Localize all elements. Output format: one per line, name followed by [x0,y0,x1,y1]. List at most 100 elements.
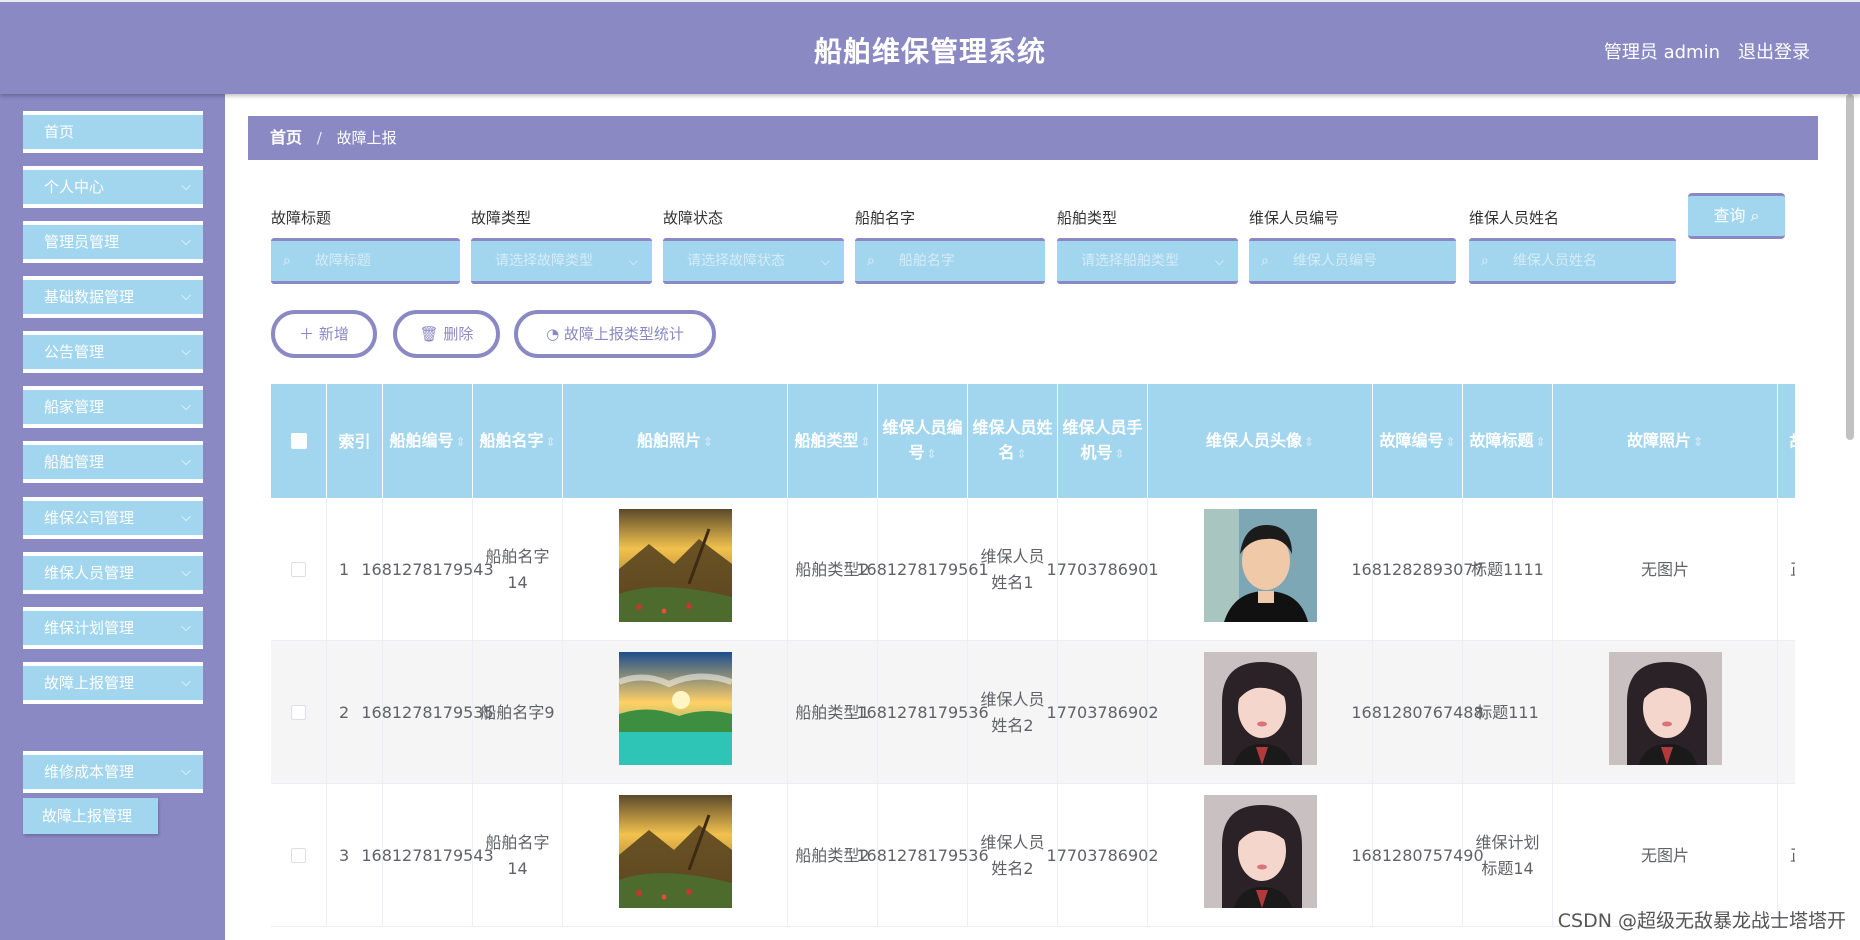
cell-text: 无图片 [1640,845,1689,865]
cell-fault-photo: 无图片 [1553,498,1778,641]
row-checkbox[interactable] [291,705,306,720]
table-row[interactable]: 1 1681278179543 船舶名字14 船舶类型2 1681278179561 维保… [271,498,1795,641]
col-header-label: 维保人员姓名 [972,418,1053,462]
submenu-item-fault-report[interactable]: 故障上报管理 [23,798,158,834]
col-header-12[interactable]: 故障标题 ⇕ [1463,384,1553,498]
cell-text: 17703786901 [1046,559,1159,579]
col-header-label: 维保人员头像 [1205,430,1302,450]
photo-image [617,652,733,773]
query-button[interactable]: 查询 ⌕ [1688,193,1785,239]
col-header-9[interactable]: 维保人员手机号 ⇕ [1058,384,1148,498]
search-input-1[interactable]: ⌕ 故障标题 [271,238,460,284]
search-select-2[interactable]: 请选择故障类型 ⌵ [471,238,652,284]
sidebar-item-3[interactable]: 管理员管理 ⌵ [23,221,203,263]
sort-icon[interactable]: ⇕ [545,430,555,455]
sidebar-item-label: 维保计划管理 [44,619,135,637]
cell-ship-no: 1681278179543 [361,784,494,927]
col-header-3[interactable]: 船舶编号 ⇕ [383,384,473,498]
sidebar-item-6[interactable]: 船家管理 ⌵ [23,386,203,428]
add-button[interactable]: ＋ 新增 [271,310,377,358]
col-header-10[interactable]: 维保人员头像 ⇕ [1148,384,1373,498]
cell-text: 船舶名字14 [485,832,550,878]
sort-icon[interactable]: ⇕ [926,442,936,467]
cell-extra: 正 [1778,498,1795,641]
col-header-8[interactable]: 维保人员姓名 ⇕ [968,384,1058,498]
sort-icon[interactable]: ⇕ [1535,430,1545,455]
fault-report-table: 索引 船舶编号 ⇕ 船舶名字 ⇕ 船舶照片 ⇕ 船舶类型 ⇕ 维保人员编号 ⇕ 维保人员姓名 ⇕ 维保人员… [271,384,1795,940]
col-header-7[interactable]: 维保人员编号 ⇕ [878,384,968,498]
page-scrollbar[interactable] [1846,94,1854,440]
sidebar-item-8[interactable]: 维保公司管理 ⌵ [23,497,203,539]
sidebar-item-label: 船舶管理 [44,453,105,471]
chevron-down-icon: ⌵ [181,179,191,194]
delete-button[interactable]: 🗑 删除 [393,310,500,358]
search-input-7[interactable]: ⌕ 维保人员姓名 [1469,238,1676,284]
col-header-5[interactable]: 船舶照片 ⇕ [563,384,788,498]
sort-icon[interactable]: ⇕ [703,430,713,455]
cell-fault-photo [1553,641,1778,784]
sidebar-item-5[interactable]: 公告管理 ⌵ [23,331,203,373]
col-header-4[interactable]: 船舶名字 ⇕ [473,384,563,498]
app-title: 船舶维保管理系统 [813,35,1046,68]
sidebar-item-label: 维保人员管理 [44,564,135,582]
col-header-2: 索引 [327,384,383,498]
sort-icon[interactable]: ⇕ [1445,430,1455,455]
cell-staff-no: 1681278179536 [856,784,989,927]
sidebar-item-12[interactable]: 维修成本管理 ⌵ [23,751,203,793]
search-input-4[interactable]: ⌕ 船舶名字 [855,238,1045,284]
sidebar-item-2[interactable]: 个人中心 ⌵ [23,166,203,208]
breadcrumb-separator: / [316,129,322,147]
sidebar: 首页 个人中心 ⌵ 管理员管理 ⌵ 基础数据管理 ⌵ 公告管理 ⌵ 船家管理 ⌵ 船舶管理 ⌵ 维保公司管… [0,94,225,940]
col-header-label: 维保人员手机号 [1062,418,1143,462]
sidebar-item-label: 故障上报管理 [44,674,135,692]
search-label-3: 故障状态 [663,209,724,227]
sidebar-item-label: 维修成本管理 [44,763,135,781]
col-header-label: 故 [1789,432,1795,451]
col-header-label: 船舶编号 [389,430,454,450]
cell-text: 维保人员姓名2 [980,832,1045,878]
logout-link[interactable]: 退出登录 [1738,38,1810,64]
search-select-3[interactable]: 请选择故障状态 ⌵ [663,238,844,284]
row-checkbox[interactable] [291,562,306,577]
cell-text: 船舶名字9 [480,702,555,722]
col-header-label: 维保人员编号 [882,418,963,462]
avatar-image [1203,795,1317,916]
cell-text: 1 [339,559,350,579]
col-header-label: 故障编号 [1379,430,1444,450]
sidebar-item-11[interactable]: 故障上报管理 ⌵ [23,662,203,704]
sidebar-item-10[interactable]: 维保计划管理 ⌵ [23,607,203,649]
col-header-6[interactable]: 船舶类型 ⇕ [788,384,878,498]
search-select-5[interactable]: 请选择船舶类型 ⌵ [1057,238,1238,284]
cell-text: 17703786902 [1046,845,1159,865]
sidebar-item-9[interactable]: 维保人员管理 ⌵ [23,552,203,594]
chevron-down-icon: ⌵ [181,764,191,779]
sort-icon[interactable]: ⇕ [1114,442,1124,467]
search-input-6[interactable]: ⌕ 维保人员编号 [1249,238,1456,284]
col-header-label: 故障照片 [1626,430,1691,450]
sidebar-item-7[interactable]: 船舶管理 ⌵ [23,441,203,483]
cell-text: 维保计划标题14 [1475,832,1540,878]
sort-icon[interactable]: ⇕ [1016,442,1026,467]
select-all-checkbox[interactable] [290,433,307,449]
sidebar-item-4[interactable]: 基础数据管理 ⌵ [23,276,203,318]
sidebar-item-label: 管理员管理 [44,233,120,251]
sort-icon[interactable]: ⇕ [1304,430,1314,455]
row-checkbox[interactable] [291,848,306,863]
search-icon: ⌕ [283,253,291,269]
watermark: CSDN @超级无敌暴龙战士塔塔开 [1557,910,1846,932]
table-header: 索引 船舶编号 ⇕ 船舶名字 ⇕ 船舶照片 ⇕ 船舶类型 ⇕ 维保人员编号 ⇕ 维保人员姓名 ⇕ 维保人员… [271,384,1795,498]
fault-type-stats-button[interactable]: ◔ 故障上报类型统计 [514,310,716,358]
cell-ship-photo [563,498,788,641]
col-header-13[interactable]: 故障照片 ⇕ [1553,384,1778,498]
cell-ship-no: 1681278179543 [361,498,494,641]
col-header-11[interactable]: 故障编号 ⇕ [1373,384,1463,498]
select-all-header[interactable] [271,384,327,498]
sort-icon[interactable]: ⇕ [455,430,465,455]
col-header-label: 船舶名字 [479,430,544,450]
sidebar-item-1[interactable]: 首页 [23,111,203,153]
sort-icon[interactable]: ⇕ [860,430,870,455]
table-row[interactable]: 2 1681278179535 船舶名字9 船舶类型1 1681278179536 维保人… [271,641,1795,784]
placeholder-text: 请选择故障类型 [495,253,593,269]
sort-icon[interactable]: ⇕ [1693,430,1703,455]
breadcrumb-home[interactable]: 首页 [270,128,302,147]
